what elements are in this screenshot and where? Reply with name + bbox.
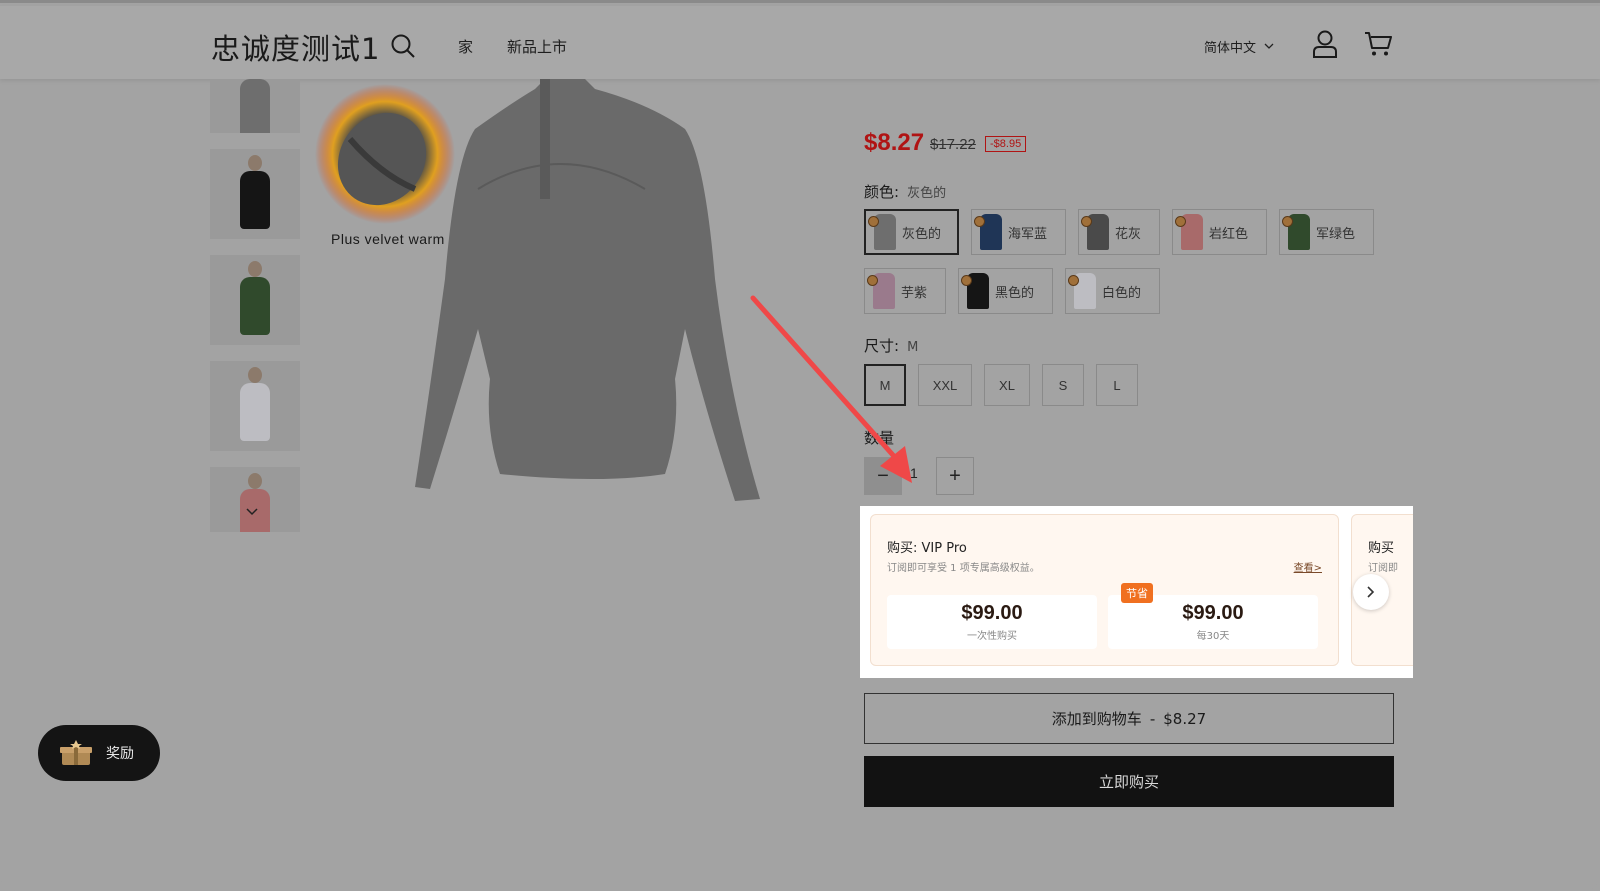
account-icon[interactable] [1312, 30, 1338, 58]
product-thumbnail[interactable] [210, 467, 300, 532]
vip-plan-one-time[interactable]: $99.00 一次性购买 [887, 595, 1097, 649]
nav-home-link[interactable]: 家 [458, 36, 473, 57]
vip-title: 购买: VIP Pro [887, 541, 967, 556]
carousel-next-button[interactable] [1353, 574, 1389, 610]
color-selected-value: 灰色的 [907, 186, 947, 201]
cart-icon[interactable] [1364, 31, 1392, 57]
swatch-thumbnail [1068, 273, 1096, 309]
color-swatch-white[interactable]: 白色的 [1065, 268, 1160, 314]
annotation-arrow [750, 295, 912, 483]
nav-new-arrivals-link[interactable]: 新品上市 [507, 36, 567, 57]
swatch-thumbnail [1282, 214, 1310, 250]
product-thumbnail[interactable] [210, 79, 300, 133]
vip-view-link[interactable]: 查看> [1294, 559, 1322, 574]
vip-plan-recurring[interactable]: $99.00 每30天 [1108, 595, 1318, 649]
swatch-thumbnail [1175, 214, 1203, 250]
swatch-thumbnail [868, 214, 896, 250]
gift-box-icon [60, 740, 92, 765]
product-thumbnail[interactable] [210, 255, 300, 345]
rewards-launcher-button[interactable]: 奖励 [38, 725, 160, 781]
language-label: 简体中文 [1204, 41, 1257, 56]
discount-badge: -$8.95 [985, 136, 1027, 152]
chevron-down-icon [1264, 43, 1274, 49]
color-swatch-gray[interactable]: 灰色的 [864, 209, 959, 255]
swatch-thumbnail [1081, 214, 1109, 250]
main-product-image[interactable] [310, 79, 790, 519]
size-option-l[interactable]: L [1096, 364, 1138, 406]
size-option-s[interactable]: S [1042, 364, 1084, 406]
sale-price: $8.27 [864, 129, 925, 156]
compare-price: $17.22 [930, 136, 976, 153]
swatch-thumbnail [961, 273, 989, 309]
vip-plan-card[interactable]: 购买: VIP Pro 订阅即可享受 1 项专属高级权益。 查看> 节省 $99… [870, 514, 1339, 666]
rewards-label: 奖励 [106, 746, 134, 762]
save-badge: 节省 [1121, 583, 1153, 603]
vip-description: 订阅即可享受 1 项专属高级权益。 [887, 563, 1040, 574]
color-swatch-heather-gray[interactable]: 花灰 [1078, 209, 1160, 255]
search-icon[interactable] [390, 33, 416, 59]
quantity-increase-button[interactable]: + [936, 457, 974, 495]
language-selector[interactable]: 简体中文 [1204, 37, 1274, 56]
store-logo[interactable]: 忠诚度测试1 [211, 26, 380, 68]
color-option-label: 颜色: 灰色的 [864, 183, 947, 201]
image-overlay-text: Plus velvet warm [331, 231, 445, 247]
site-header: 忠诚度测试1 家 新品上市 简体中文 [0, 6, 1600, 79]
add-to-cart-button[interactable]: 添加到购物车 - $8.27 [864, 693, 1394, 744]
color-swatch-black[interactable]: 黑色的 [958, 268, 1053, 314]
chevron-right-icon [1367, 586, 1375, 598]
browser-window: 忠诚度测试1 家 新品上市 简体中文 Plus velvet warm $8.2… [0, 0, 1600, 891]
size-option-xl[interactable]: XL [984, 364, 1030, 406]
vip-subscription-panel: 购买: VIP Pro 订阅即可享受 1 项专属高级权益。 查看> 节省 $99… [860, 506, 1413, 678]
color-swatch-navy[interactable]: 海军蓝 [971, 209, 1066, 255]
swatch-thumbnail [974, 214, 1002, 250]
product-thumbnail[interactable] [210, 361, 300, 451]
chevron-down-icon[interactable] [246, 508, 258, 516]
color-swatch-army-green[interactable]: 军绿色 [1279, 209, 1374, 255]
color-swatch-rock-red[interactable]: 岩红色 [1172, 209, 1267, 255]
buy-now-button[interactable]: 立即购买 [864, 756, 1394, 807]
product-thumbnail[interactable] [210, 149, 300, 239]
